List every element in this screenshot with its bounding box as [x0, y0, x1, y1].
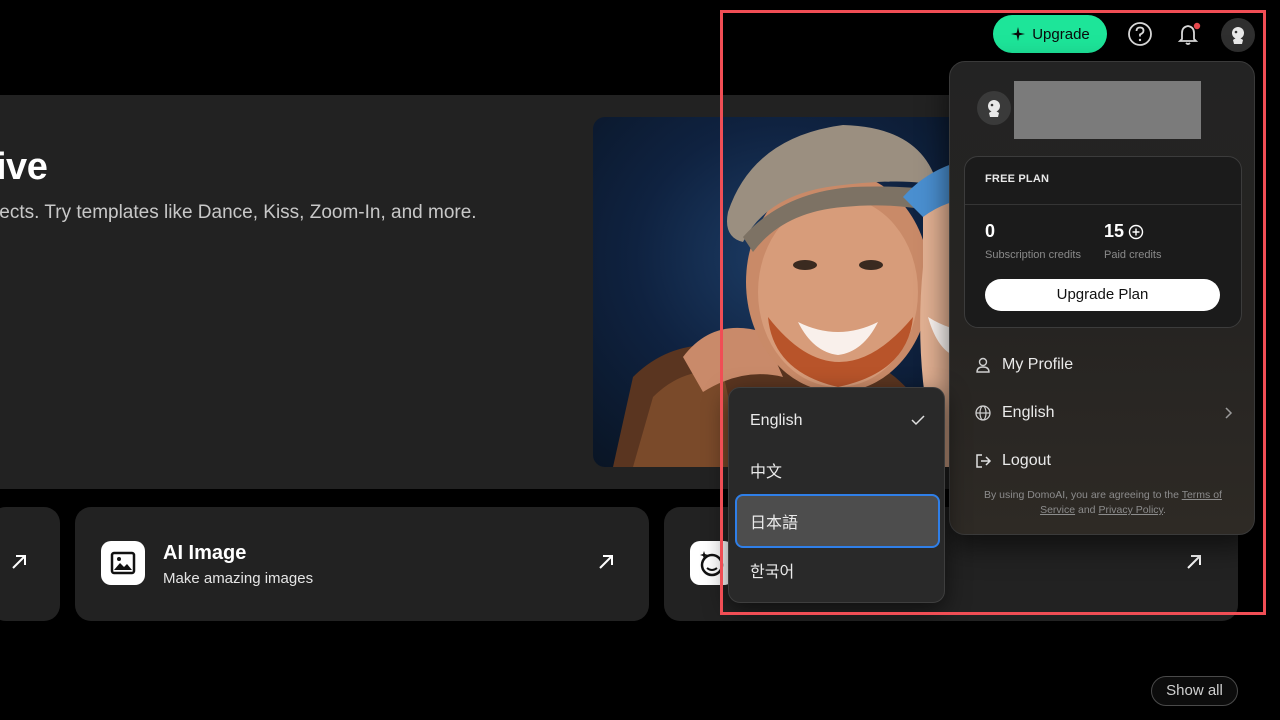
language-option-chinese[interactable]: 中文 — [735, 446, 940, 494]
subscription-credits-value: 0 — [985, 221, 996, 241]
plan-card: FREE PLAN 0 Subscription credits 15 Paid… — [964, 156, 1242, 328]
menu-item-label: My Profile — [1002, 356, 1074, 373]
paid-credits-value: 15 — [1104, 221, 1144, 242]
card-description: Make amazing images — [163, 570, 314, 587]
arrow-up-right-icon — [599, 555, 613, 569]
account-dropdown: FREE PLAN 0 Subscription credits 15 Paid… — [949, 61, 1255, 535]
help-icon[interactable] — [1126, 20, 1154, 48]
menu-item-label: Logout — [1002, 452, 1051, 469]
menu-item-language[interactable]: English — [974, 398, 1234, 428]
image-icon — [101, 541, 145, 585]
card-title: AI Image — [163, 542, 247, 564]
arrow-up-right-icon — [12, 555, 26, 569]
notification-bell-icon[interactable] — [1175, 20, 1203, 48]
paid-credits-label: Paid credits — [1104, 249, 1162, 261]
subscription-credits-label: Subscription credits — [985, 249, 1081, 261]
chevron-right-icon — [1225, 407, 1233, 419]
menu-item-label: English — [1002, 404, 1055, 421]
terms-notice: By using DomoAI, you are agreeing to the… — [984, 489, 1222, 516]
menu-item-my-profile[interactable]: My Profile — [974, 350, 1234, 380]
language-option-korean[interactable]: 한국어 — [735, 546, 940, 594]
privacy-policy-link[interactable]: Privacy Policy — [1098, 504, 1163, 516]
avatar-icon — [988, 100, 1000, 117]
logout-icon — [976, 454, 992, 468]
show-all-button[interactable]: Show all — [1151, 676, 1238, 706]
avatar-icon — [1232, 27, 1244, 44]
redacted-username — [1014, 81, 1201, 139]
add-credits-icon[interactable] — [1128, 224, 1144, 240]
plan-name: FREE PLAN — [965, 157, 1241, 205]
partial-card-left[interactable] — [0, 507, 60, 621]
menu-item-logout[interactable]: Logout — [974, 446, 1234, 476]
language-option-english[interactable]: English — [735, 397, 940, 445]
avatar — [977, 91, 1011, 125]
ai-image-card[interactable]: AI Image Make amazing images — [75, 507, 649, 621]
user-avatar-button[interactable] — [1221, 18, 1255, 52]
upgrade-label: Upgrade — [1032, 25, 1090, 43]
checkmark-icon — [911, 415, 925, 426]
user-icon — [976, 357, 990, 373]
globe-icon — [975, 405, 991, 421]
upgrade-button[interactable]: Upgrade — [993, 15, 1107, 53]
upgrade-plan-button[interactable]: Upgrade Plan — [985, 279, 1220, 311]
language-dropdown: English 中文 日本語 한국어 — [728, 387, 945, 603]
hero-title: ive — [0, 146, 48, 188]
language-option-japanese[interactable]: 日本語 — [735, 494, 940, 548]
notification-dot — [1193, 22, 1201, 30]
sparkle-icon — [1011, 27, 1026, 41]
arrow-up-right-icon — [1187, 555, 1201, 569]
hero-subtitle: fects. Try templates like Dance, Kiss, Z… — [0, 202, 477, 223]
